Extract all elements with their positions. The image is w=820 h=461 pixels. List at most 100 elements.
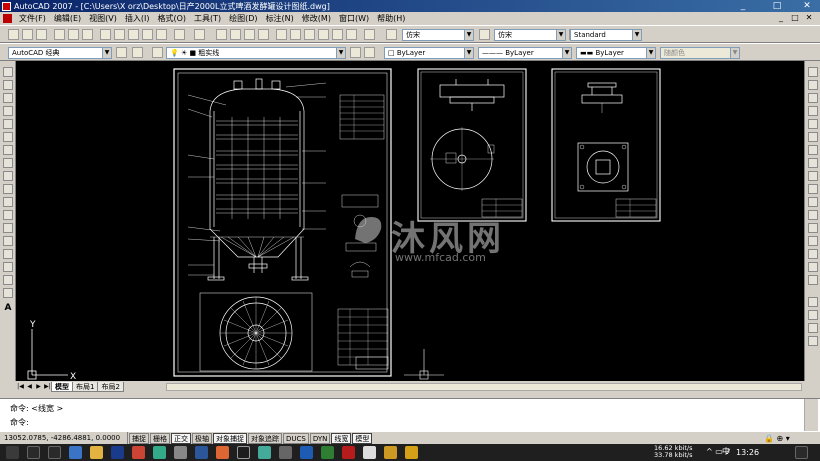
lineweight-toggle[interactable]: 线宽	[331, 432, 352, 444]
model-space-canvas[interactable]: Y X 沐风网 www.mfcad.com	[16, 61, 804, 381]
otrack-toggle[interactable]: 对象追踪	[248, 432, 282, 444]
app-icon-blue[interactable]	[300, 446, 313, 459]
autocad-app-icon[interactable]	[2, 1, 11, 11]
mirror-icon[interactable]	[808, 93, 818, 103]
gradient-icon[interactable]	[3, 262, 13, 272]
app-icon-teal[interactable]	[258, 446, 271, 459]
prev-tab-icon[interactable]: ◀	[25, 382, 34, 391]
command-scrollbar[interactable]	[804, 399, 818, 432]
polar-toggle[interactable]: 极轴	[192, 432, 212, 444]
osnap-toggle[interactable]: 对象捕捉	[213, 432, 247, 444]
close-button[interactable]: ✕	[796, 0, 818, 12]
app-icon-red[interactable]	[132, 446, 145, 459]
maximize-button[interactable]: □	[766, 0, 788, 12]
model-toggle[interactable]: 模型	[352, 432, 373, 444]
tab-model[interactable]: 模型	[51, 381, 73, 392]
file-explorer-icon[interactable]	[90, 446, 103, 459]
menu-dimension[interactable]: 标注(N)	[262, 13, 298, 24]
text-above-icon[interactable]	[808, 336, 818, 346]
coordinate-readout[interactable]: 13052.0785, -4286.4881, 0.0000	[0, 431, 128, 445]
make-block-icon[interactable]	[3, 223, 13, 233]
open-icon[interactable]	[22, 29, 33, 40]
status-tray-icons[interactable]: 🔒 ⊕ ▾	[764, 434, 790, 443]
copy-object-icon[interactable]	[808, 80, 818, 90]
ellipse-icon[interactable]	[3, 184, 13, 194]
color-select[interactable]: □ ByLayer ▼	[384, 47, 474, 59]
dyn-toggle[interactable]: DYN	[309, 432, 331, 444]
properties-icon[interactable]	[276, 29, 287, 40]
doc-minimize-button[interactable]: _	[776, 13, 786, 22]
doc-close-button[interactable]: ✕	[804, 13, 814, 22]
multiline-text-icon[interactable]: A	[3, 303, 13, 313]
draw-order-icon[interactable]	[808, 297, 818, 307]
linetype-select[interactable]: ——— ByLayer ▼	[478, 47, 572, 59]
menu-format[interactable]: 格式(O)	[153, 13, 190, 24]
redo-icon[interactable]	[194, 29, 205, 40]
array-icon[interactable]	[808, 119, 818, 129]
app-icon-orange[interactable]	[216, 446, 229, 459]
ellipse-arc-icon[interactable]	[3, 197, 13, 207]
region-icon[interactable]	[3, 275, 13, 285]
menu-modify[interactable]: 修改(M)	[298, 13, 335, 24]
ducs-toggle[interactable]: DUCS	[283, 432, 309, 444]
cut-icon[interactable]	[100, 29, 111, 40]
steam-icon[interactable]	[237, 446, 250, 459]
ime-indicator[interactable]: 中	[722, 448, 730, 456]
break-at-point-icon[interactable]	[808, 210, 818, 220]
zoom-previous-icon[interactable]	[258, 29, 269, 40]
app-icon-dark[interactable]	[279, 446, 292, 459]
snap-toggle[interactable]: 捕捉	[129, 432, 149, 444]
construction-line-icon[interactable]	[3, 80, 13, 90]
point-icon[interactable]	[3, 236, 13, 246]
menu-edit[interactable]: 编辑(E)	[50, 13, 85, 24]
table-icon[interactable]	[3, 288, 13, 298]
layer-previous-icon[interactable]	[364, 47, 375, 58]
menu-draw[interactable]: 绘图(D)	[225, 13, 261, 24]
word-icon[interactable]	[195, 446, 208, 459]
app-icon-yellow[interactable]	[405, 446, 418, 459]
undo-icon[interactable]	[174, 29, 185, 40]
document-system-icon[interactable]	[3, 14, 12, 23]
text-style-icon[interactable]	[386, 29, 397, 40]
new-icon[interactable]	[8, 29, 19, 40]
extend-icon[interactable]	[808, 197, 818, 207]
pan-icon[interactable]	[216, 29, 227, 40]
plot-icon[interactable]	[54, 29, 65, 40]
bring-to-front-icon[interactable]	[808, 310, 818, 320]
notification-icon[interactable]	[795, 446, 808, 459]
layer-select[interactable]: 💡 ☀ ■ 粗实线 ▼	[166, 47, 346, 59]
first-tab-icon[interactable]: |◀	[16, 382, 25, 391]
trim-icon[interactable]	[808, 184, 818, 194]
lineweight-select[interactable]: ▬▬ ByLayer ▼	[576, 47, 656, 59]
menu-insert[interactable]: 插入(I)	[121, 13, 154, 24]
doc-restore-button[interactable]: □	[790, 13, 800, 22]
arc-icon[interactable]	[3, 132, 13, 142]
publish-icon[interactable]	[82, 29, 93, 40]
help-icon[interactable]	[364, 29, 375, 40]
polygon-icon[interactable]	[3, 106, 13, 116]
autocad-taskbar-icon[interactable]	[363, 446, 376, 459]
menu-file[interactable]: 文件(F)	[15, 13, 50, 24]
table-style-select[interactable]: Standard ▼	[570, 29, 642, 41]
grid-toggle[interactable]: 栅格	[150, 432, 170, 444]
break-icon[interactable]	[808, 223, 818, 233]
line-icon[interactable]	[3, 67, 13, 77]
quickcalc-icon[interactable]	[346, 29, 357, 40]
menu-tools[interactable]: 工具(T)	[190, 13, 225, 24]
tool-palettes-icon[interactable]	[304, 29, 315, 40]
hatch-icon[interactable]	[3, 249, 13, 259]
windows-start-icon[interactable]	[6, 446, 19, 459]
markup-icon[interactable]	[332, 29, 343, 40]
clock[interactable]: 13:26	[736, 448, 759, 457]
dim-style-select[interactable]: 仿宋 ▼	[494, 29, 566, 41]
gear-icon[interactable]	[132, 47, 143, 58]
menu-window[interactable]: 窗口(W)	[335, 13, 373, 24]
next-tab-icon[interactable]: ▶	[34, 382, 43, 391]
app-icon-gray[interactable]	[174, 446, 187, 459]
block-editor-icon[interactable]	[156, 29, 167, 40]
spline-icon[interactable]	[3, 171, 13, 181]
chamfer-icon[interactable]	[808, 249, 818, 259]
stretch-icon[interactable]	[808, 171, 818, 181]
design-center-icon[interactable]	[290, 29, 301, 40]
layer-manager-icon[interactable]	[152, 47, 163, 58]
